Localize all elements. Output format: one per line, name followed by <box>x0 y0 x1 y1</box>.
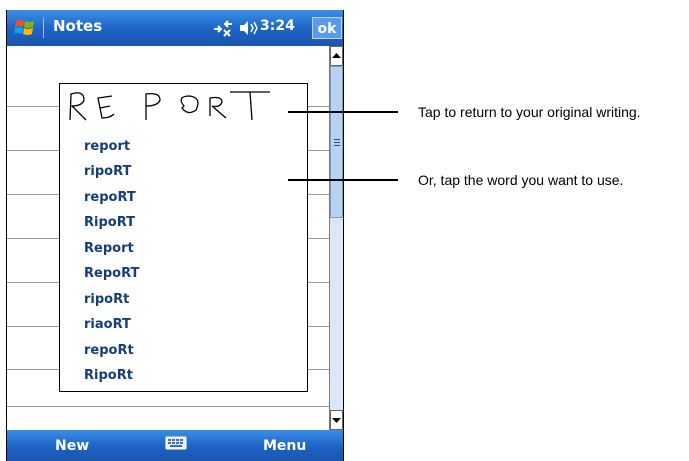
ruled-line <box>7 406 329 407</box>
callout-text-bottom: Or, tap the word you want to use. <box>418 172 624 188</box>
keyboard-icon[interactable] <box>165 435 187 451</box>
vertical-scrollbar[interactable] <box>329 46 343 430</box>
suggestion-item[interactable]: RipoRT <box>84 213 135 233</box>
scroll-thumb[interactable] <box>330 66 343 218</box>
clock[interactable]: 3:24 <box>260 18 295 34</box>
suggestion-item[interactable]: repoRT <box>84 188 136 208</box>
windows-start-icon[interactable] <box>13 16 37 40</box>
callout-line-top <box>288 111 398 113</box>
suggestion-item[interactable]: repoRt <box>84 341 134 361</box>
suggestion-item[interactable]: RepoRT <box>84 264 139 284</box>
arrow-down-icon <box>332 418 341 423</box>
title-bar: Notes 3:24 ok <box>7 10 343 46</box>
callout-line-bottom <box>288 179 398 181</box>
app-title: Notes <box>53 17 103 35</box>
original-ink-writing[interactable] <box>60 84 307 134</box>
new-button[interactable]: New <box>55 438 89 454</box>
pocket-pc-screen: Notes 3:24 ok report ripoRT repoRT RipoR… <box>6 10 344 461</box>
grip-line <box>334 145 340 146</box>
scroll-down-button[interactable] <box>330 410 343 430</box>
scroll-up-button[interactable] <box>330 46 343 66</box>
grip-line <box>334 139 340 140</box>
suggestion-item[interactable]: riaoRT <box>84 315 131 335</box>
menu-bar: New Menu <box>7 430 343 461</box>
title-separator <box>43 18 44 38</box>
ok-button[interactable]: ok <box>312 17 342 39</box>
suggestion-item[interactable]: RipoRt <box>84 366 133 386</box>
volume-icon[interactable] <box>238 19 258 37</box>
connectivity-icon[interactable] <box>212 18 234 38</box>
menu-button[interactable]: Menu <box>263 438 306 454</box>
suggestion-item[interactable]: ripoRT <box>84 162 131 182</box>
arrow-up-icon <box>332 53 341 58</box>
suggestion-item[interactable]: Report <box>84 239 134 259</box>
suggestion-item[interactable]: report <box>84 137 130 157</box>
callout-text-top: Tap to return to your original writing. <box>418 104 641 120</box>
grip-line <box>334 142 340 143</box>
suggestion-item[interactable]: ripoRt <box>84 290 129 310</box>
alternates-popup: report ripoRT repoRT RipoRT Report RepoR… <box>59 83 308 392</box>
